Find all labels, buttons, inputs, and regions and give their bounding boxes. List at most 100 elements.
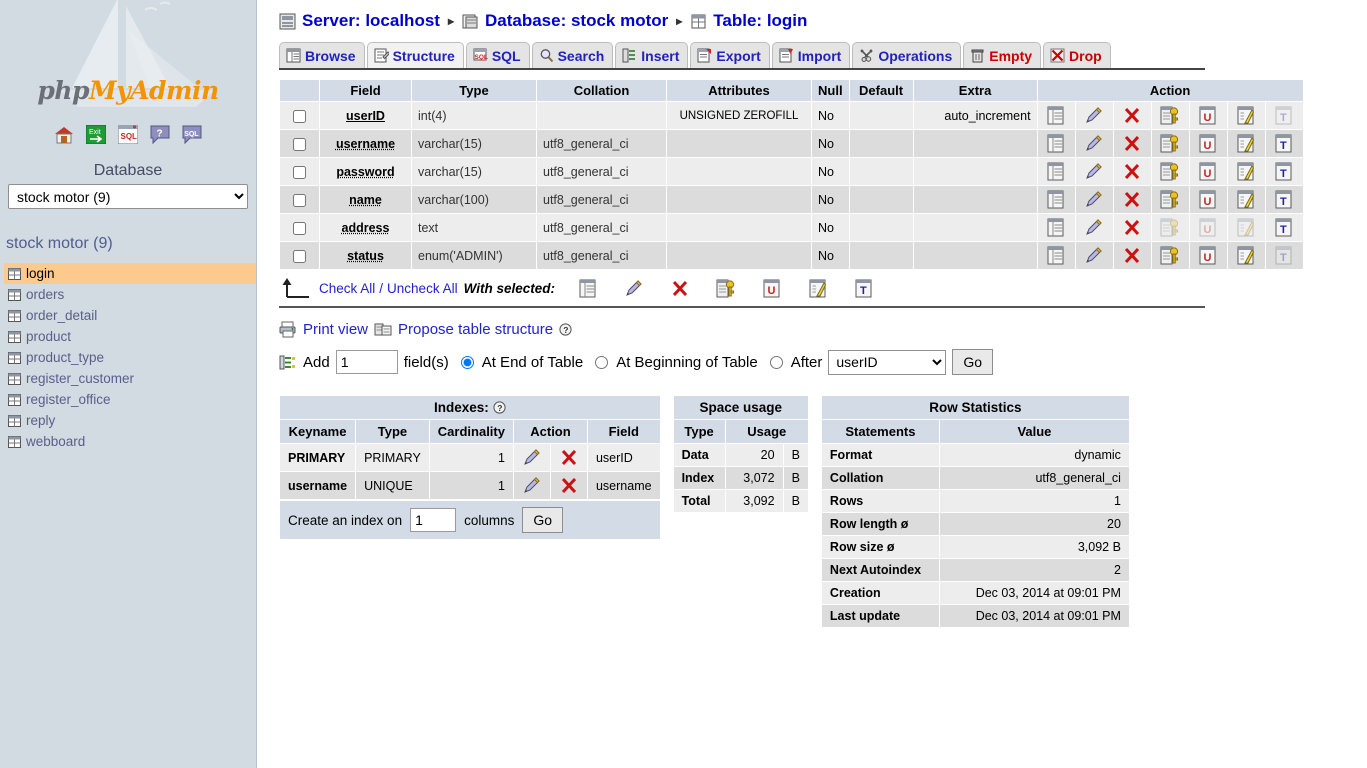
sidebar-item-register-office[interactable]: register_office: [4, 389, 256, 410]
row-checkbox-cell[interactable]: [280, 130, 320, 158]
print-view-link[interactable]: Print view: [303, 321, 368, 338]
idx-drop-button[interactable]: [550, 444, 587, 472]
action-fulltext-button[interactable]: T: [1265, 186, 1303, 214]
bulk-browse-button[interactable]: [565, 279, 611, 298]
action-unique-index-button[interactable]: U: [1189, 130, 1227, 158]
action-browse-field-button[interactable]: [1037, 186, 1075, 214]
help-question-icon[interactable]: ?: [493, 401, 506, 414]
action-drop-x-button[interactable]: [1113, 158, 1151, 186]
action-primary-key-button[interactable]: [1151, 102, 1189, 130]
action-primary-key-button[interactable]: [1151, 186, 1189, 214]
row-checkbox[interactable]: [293, 250, 306, 263]
tab-structure[interactable]: Structure: [367, 42, 464, 68]
action-fulltext-button[interactable]: T: [1265, 158, 1303, 186]
add-field-go-button[interactable]: Go: [952, 349, 993, 375]
sidebar-item-order-detail[interactable]: order_detail: [4, 305, 256, 326]
row-checkbox[interactable]: [293, 166, 306, 179]
action-primary-key-button[interactable]: [1151, 130, 1189, 158]
action-fulltext-button[interactable]: T: [1265, 214, 1303, 242]
action-unique-index-button[interactable]: U: [1189, 186, 1227, 214]
row-checkbox[interactable]: [293, 110, 306, 123]
action-drop-x-button[interactable]: [1113, 242, 1151, 270]
uncheck-all-link[interactable]: Uncheck All: [387, 281, 458, 296]
action-edit-pencil-button[interactable]: [1075, 214, 1113, 242]
action-primary-key-button[interactable]: [1151, 242, 1189, 270]
action-index-button[interactable]: [1227, 158, 1265, 186]
sidebar-item-webboard[interactable]: webboard: [4, 431, 256, 452]
action-drop-x-button[interactable]: [1113, 130, 1151, 158]
field-name[interactable]: username: [336, 137, 395, 151]
check-all-link[interactable]: Check All: [319, 281, 375, 296]
tab-insert[interactable]: Insert: [615, 42, 688, 68]
field-name[interactable]: userID: [346, 109, 385, 123]
help-question-icon[interactable]: ?: [559, 323, 572, 336]
bulk-unique-button[interactable]: U: [749, 279, 795, 298]
add-count-input[interactable]: [336, 350, 398, 374]
tab-sql[interactable]: SQL SQL: [466, 42, 530, 68]
create-index-go-button[interactable]: Go: [522, 507, 563, 533]
action-unique-index-button[interactable]: U: [1189, 158, 1227, 186]
action-drop-x-button[interactable]: [1113, 102, 1151, 130]
row-checkbox-cell[interactable]: [280, 158, 320, 186]
action-index-button[interactable]: [1227, 186, 1265, 214]
row-checkbox[interactable]: [293, 222, 306, 235]
field-name[interactable]: name: [349, 193, 382, 207]
sql-query-icon[interactable]: SQL: [118, 125, 138, 144]
sidebar-item-login[interactable]: login: [4, 263, 256, 284]
tab-import[interactable]: Import: [772, 42, 851, 68]
action-index-button[interactable]: [1227, 102, 1265, 130]
sidebar-db-title[interactable]: stock motor (9): [6, 235, 256, 253]
phpmyadmin-logo[interactable]: phpMyAdmin: [0, 0, 256, 103]
idx-edit-button[interactable]: [513, 444, 550, 472]
field-name[interactable]: password: [336, 165, 394, 179]
idx-drop-button[interactable]: [550, 472, 587, 500]
row-checkbox-cell[interactable]: [280, 102, 320, 130]
row-checkbox-cell[interactable]: [280, 242, 320, 270]
bulk-fulltext-button[interactable]: T: [841, 279, 887, 298]
action-fulltext-button[interactable]: T: [1265, 130, 1303, 158]
row-checkbox-cell[interactable]: [280, 214, 320, 242]
sidebar-item-product[interactable]: product: [4, 326, 256, 347]
after-field-select[interactable]: userID: [828, 350, 946, 375]
action-edit-pencil-button[interactable]: [1075, 158, 1113, 186]
sql-help-icon[interactable]: SQL: [182, 125, 202, 144]
action-edit-pencil-button[interactable]: [1075, 186, 1113, 214]
action-browse-field-button[interactable]: [1037, 102, 1075, 130]
row-checkbox[interactable]: [293, 138, 306, 151]
action-browse-field-button[interactable]: [1037, 158, 1075, 186]
action-index-button[interactable]: [1227, 242, 1265, 270]
action-index-button[interactable]: [1227, 130, 1265, 158]
bulk-drop-button[interactable]: [657, 279, 703, 298]
action-unique-index-button[interactable]: U: [1189, 242, 1227, 270]
field-name[interactable]: address: [342, 221, 390, 235]
propose-structure-link[interactable]: Propose table structure: [398, 321, 553, 338]
action-browse-field-button[interactable]: [1037, 214, 1075, 242]
action-edit-pencil-button[interactable]: [1075, 102, 1113, 130]
database-select[interactable]: stock motor (9): [8, 184, 248, 209]
row-checkbox-cell[interactable]: [280, 186, 320, 214]
tab-export[interactable]: Export: [690, 42, 769, 68]
sidebar-item-orders[interactable]: orders: [4, 284, 256, 305]
sidebar-item-reply[interactable]: reply: [4, 410, 256, 431]
radio-at-end-of-table[interactable]: [461, 356, 474, 369]
sidebar-item-product-type[interactable]: product_type: [4, 347, 256, 368]
action-drop-x-button[interactable]: [1113, 186, 1151, 214]
home-icon[interactable]: [54, 125, 74, 144]
action-edit-pencil-button[interactable]: [1075, 130, 1113, 158]
radio-after-field[interactable]: [770, 356, 783, 369]
row-checkbox[interactable]: [293, 194, 306, 207]
idx-edit-button[interactable]: [513, 472, 550, 500]
action-drop-x-button[interactable]: [1113, 214, 1151, 242]
breadcrumb-server[interactable]: Server: localhost: [302, 11, 440, 31]
action-primary-key-button[interactable]: [1151, 158, 1189, 186]
tab-search[interactable]: Search: [532, 42, 614, 68]
radio-at-beginning-of-table[interactable]: [595, 356, 608, 369]
breadcrumb-database[interactable]: Database: stock motor: [485, 11, 668, 31]
bulk-change-button[interactable]: [611, 279, 657, 298]
action-browse-field-button[interactable]: [1037, 130, 1075, 158]
tab-operations[interactable]: Operations: [852, 42, 961, 68]
tab-browse[interactable]: Browse: [279, 42, 365, 68]
logout-icon[interactable]: Exit: [86, 125, 106, 144]
bulk-primary-button[interactable]: [703, 279, 749, 298]
action-browse-field-button[interactable]: [1037, 242, 1075, 270]
